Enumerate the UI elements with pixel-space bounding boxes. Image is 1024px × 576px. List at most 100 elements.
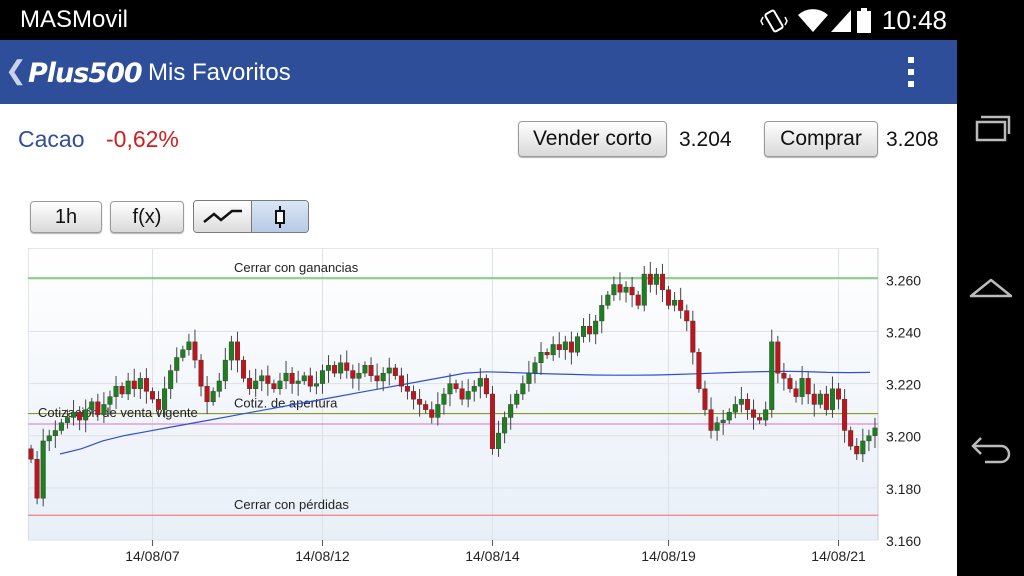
candle-body-down [398, 375, 404, 387]
candle-body-down [332, 365, 338, 374]
candle-body-up [101, 404, 107, 416]
buy-button[interactable]: Comprar [764, 121, 878, 157]
back-icon[interactable] [965, 420, 1017, 472]
functions-button[interactable]: f(x) [110, 201, 184, 233]
candle-body-up [496, 432, 502, 449]
candle-body-down [350, 370, 356, 379]
candle-body-up [64, 417, 70, 423]
candle-body-down [787, 378, 793, 389]
y-tick-label: 3.240 [886, 324, 921, 340]
candle-body-up [471, 385, 477, 392]
candle-body-up [538, 352, 544, 363]
plot-area [28, 248, 879, 541]
candle-body-up [58, 422, 64, 431]
sell-short-button[interactable]: Vender corto [518, 121, 667, 157]
candle-body-down [143, 378, 149, 392]
candle-body-up [817, 393, 823, 405]
y-tick-label: 3.260 [886, 272, 921, 288]
level-label: Cerrar con pérdidas [234, 497, 349, 512]
candle-body-down [659, 273, 665, 290]
candle [696, 348, 702, 393]
overflow-menu-icon[interactable] [898, 54, 926, 90]
candle-body-down [131, 380, 137, 389]
candle-body-down [149, 391, 155, 400]
candle-body-up [89, 401, 95, 410]
candle-body-down [483, 378, 489, 395]
candle-body-up [40, 440, 46, 499]
candle-body-down [77, 412, 83, 421]
candle-body-down [635, 294, 641, 306]
candle-body-down [702, 388, 708, 410]
candle-body-down [684, 310, 690, 322]
candle-body-down [617, 284, 623, 293]
candle-body-up [726, 412, 732, 421]
y-tick-label: 3.180 [886, 481, 921, 497]
candle-body-up [338, 362, 344, 374]
candle [34, 451, 40, 505]
candlestick-button[interactable] [252, 201, 308, 232]
candle-body-up [769, 341, 775, 410]
candle-body-up [653, 273, 659, 285]
candle-body-up [362, 365, 368, 374]
candle-body-down [411, 391, 417, 400]
candle-body-up [641, 273, 647, 306]
instrument-change: -0,62% [106, 126, 179, 152]
battery-icon [857, 8, 871, 33]
candle-body-down [265, 375, 271, 384]
candle-body-down [781, 372, 787, 379]
candle-body-up [283, 372, 289, 382]
candle [241, 356, 247, 383]
candle-body-up [83, 409, 89, 421]
status-bar: MASMovil 10:48 [0, 0, 957, 40]
candle-body-up [301, 375, 307, 382]
candle-body-up [71, 412, 77, 418]
candle-body-up [599, 305, 605, 322]
price-chart[interactable]: 3.160 3.180 3.200 3.220 3.240 3.260 14/08/07 14… [28, 248, 957, 576]
app-screen: MASMovil 10:48 ❮ Plus500 Mis Favoritos C… [0, 0, 957, 576]
candle-body-up [526, 372, 532, 384]
candle-body-down [848, 430, 854, 447]
candle-body-up [380, 372, 386, 382]
candle-body-down [587, 326, 593, 335]
vibrate-icon [760, 9, 788, 33]
candle-body-up [477, 378, 483, 387]
recent-apps-icon[interactable] [965, 100, 1017, 152]
clock: 10:48 [881, 5, 947, 35]
candle-body-up [593, 320, 599, 335]
candle-body-up [326, 365, 332, 371]
candle-body-down [247, 378, 253, 389]
candle-body-up [520, 383, 526, 395]
candle-body-down [751, 409, 757, 418]
candle-body-up [46, 435, 52, 442]
candle-body-up [611, 284, 617, 296]
candle-body-down [757, 417, 763, 421]
candle-body-up [180, 349, 186, 358]
candle-body-up [605, 294, 611, 306]
candle-body-up [125, 380, 131, 395]
candle-body-down [374, 375, 380, 382]
candle-body-down [459, 388, 465, 400]
home-icon[interactable] [965, 262, 1017, 314]
candle-body-down [708, 409, 714, 431]
timeframe-button[interactable]: 1h [30, 201, 102, 233]
candle-body-up [216, 380, 222, 392]
candle-body-down [823, 393, 829, 410]
candle-body-up [386, 367, 392, 374]
wifi-icon [798, 9, 828, 32]
candle-body-down [556, 344, 562, 350]
candle-body-down [453, 383, 459, 389]
candle-body-up [447, 383, 453, 395]
candle-body-down [696, 352, 702, 389]
candle-body-down [629, 286, 635, 296]
candle-body-down [234, 341, 240, 361]
candle-body-up [107, 396, 113, 405]
candle-body-up [763, 409, 769, 421]
candle-body-down [192, 341, 198, 361]
candle-body-up [562, 341, 568, 350]
line-chart-button[interactable] [194, 201, 252, 232]
candle-body-up [799, 378, 805, 397]
candle-body-up [720, 419, 726, 423]
back-arrow-icon[interactable]: ❮ [5, 55, 27, 86]
candle-body-up [732, 404, 738, 413]
candle-body-up [672, 299, 678, 306]
